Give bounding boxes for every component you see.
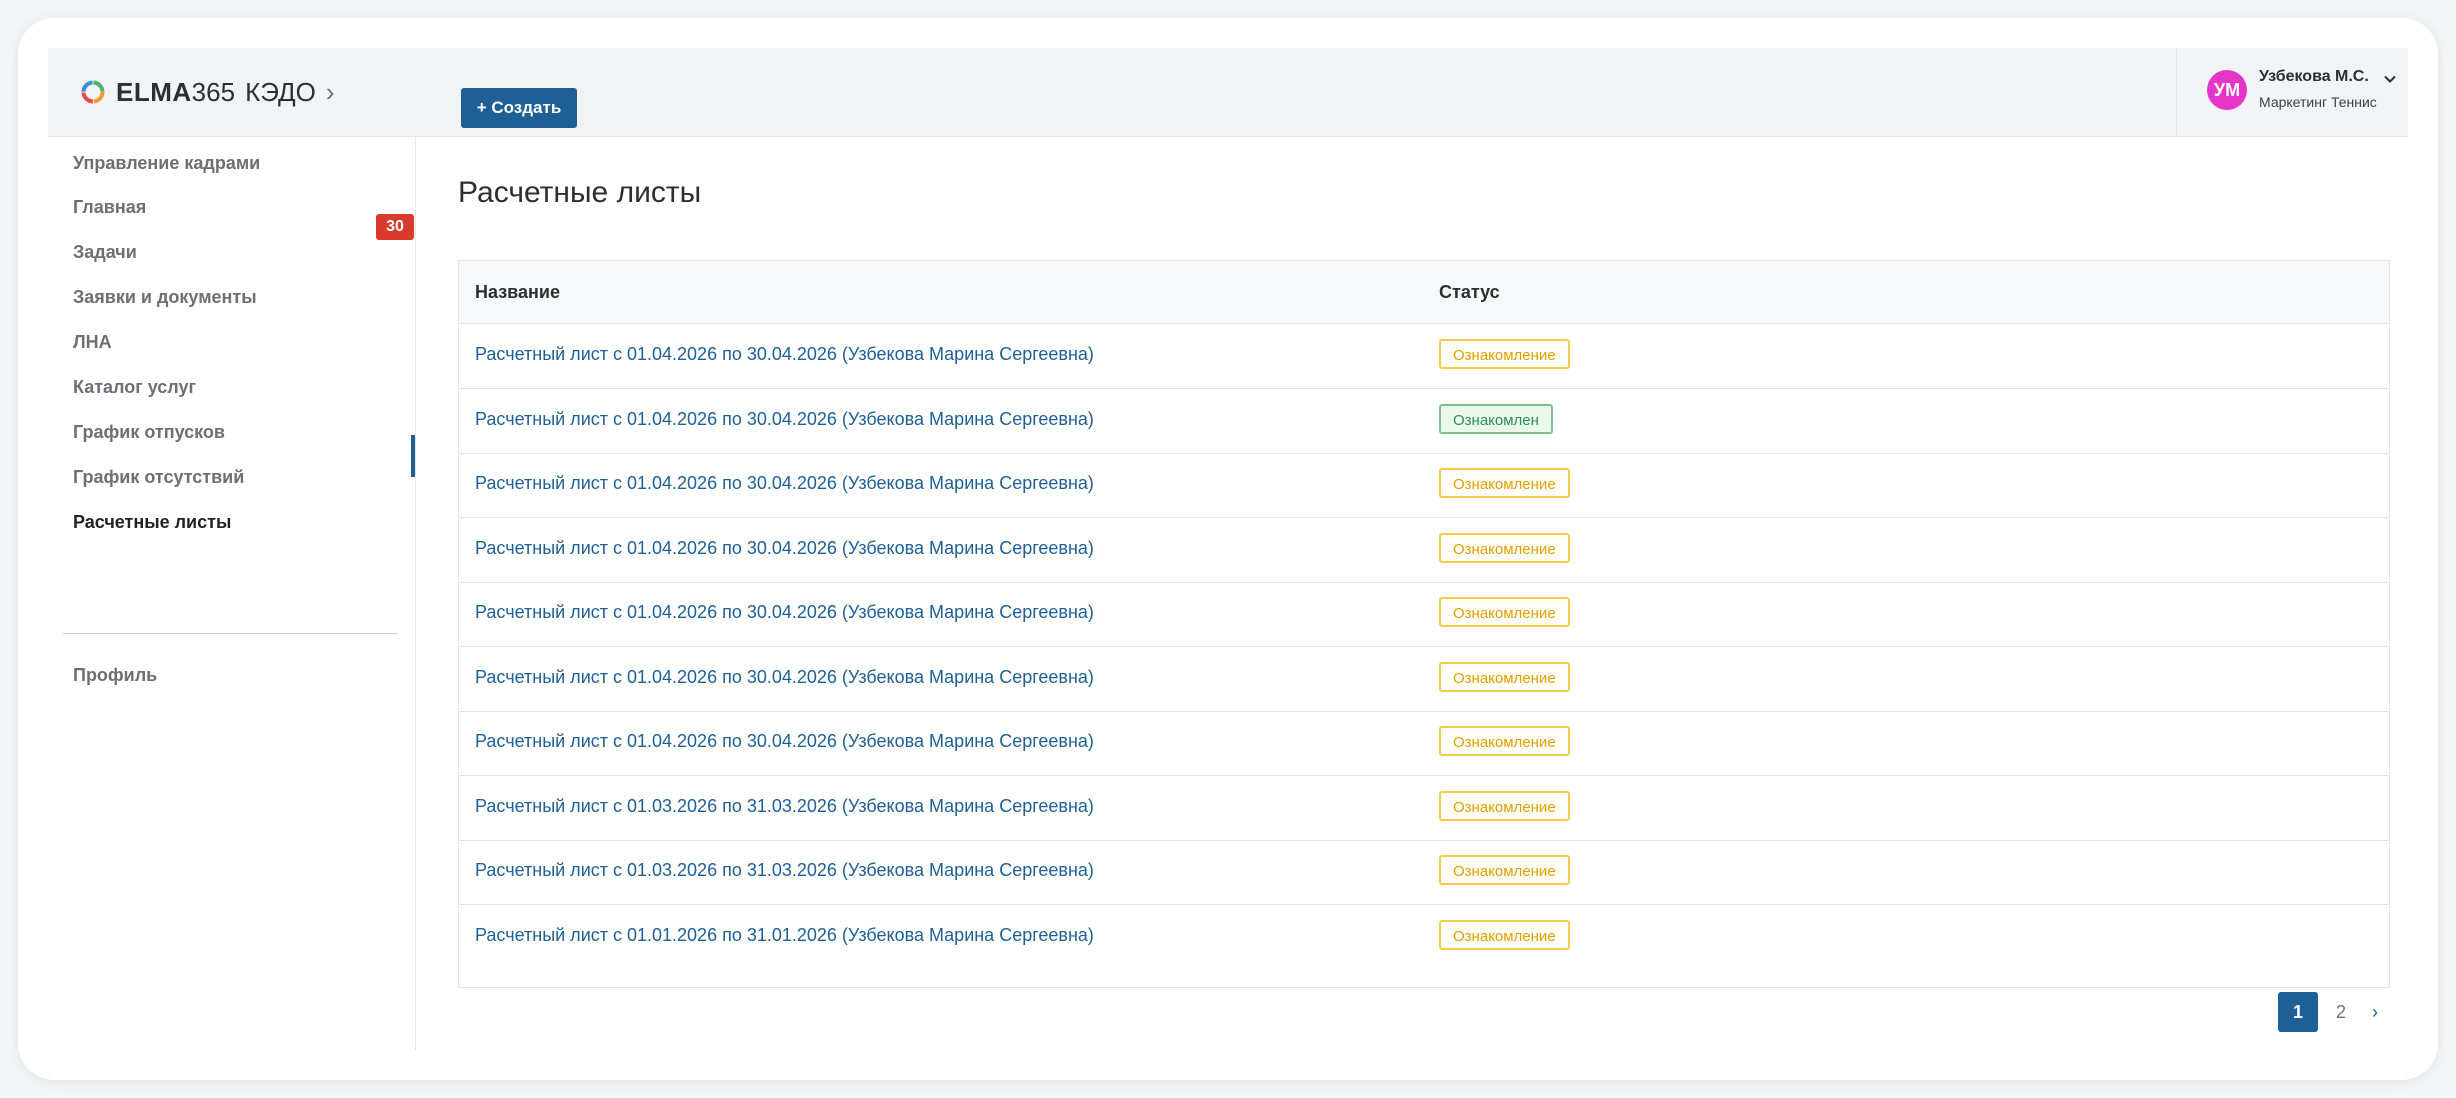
sidebar-item-requests-documents[interactable]: Заявки и документы xyxy=(73,279,393,315)
window-frame: ELMA 365 КЭДО › + Создать УМ Узбекова М.… xyxy=(18,18,2438,1080)
pagination-next-icon[interactable]: › xyxy=(2360,992,2390,1032)
table-row[interactable]: Расчетный лист с 01.04.2026 по 30.04.202… xyxy=(459,453,2389,518)
payslip-link[interactable]: Расчетный лист с 01.04.2026 по 30.04.202… xyxy=(475,518,1094,582)
sidebar-divider xyxy=(63,633,398,634)
payslip-link[interactable]: Расчетный лист с 01.01.2026 по 31.01.202… xyxy=(475,905,1094,969)
sidebar-item-vacation-schedule[interactable]: График отпусков xyxy=(73,414,393,450)
top-header: ELMA 365 КЭДО › + Создать УМ Узбекова М.… xyxy=(48,48,2408,137)
sidebar-item-home[interactable]: Главная xyxy=(73,189,393,225)
status-badge: Ознакомление xyxy=(1439,468,1570,498)
pagination-page-1[interactable]: 1 xyxy=(2278,992,2318,1032)
status-badge: Ознакомление xyxy=(1439,339,1570,369)
sidebar-item-tasks[interactable]: Задачи xyxy=(73,234,393,270)
sidebar-item-payslips[interactable]: Расчетные листы xyxy=(73,504,393,540)
table-row[interactable]: Расчетный лист с 01.04.2026 по 30.04.202… xyxy=(459,389,2389,454)
payslips-table: Название Статус Расчетный лист с 01.04.2… xyxy=(458,260,2390,988)
sidebar-item-absence-schedule[interactable]: График отсутствий xyxy=(73,459,393,495)
user-menu[interactable]: УМ Узбекова М.С. Маркетинг Теннис xyxy=(2176,48,2408,136)
sidebar: Управление кадрами Главная Задачи Заявки… xyxy=(48,137,416,1050)
app-container: ELMA 365 КЭДО › + Создать УМ Узбекова М.… xyxy=(48,48,2408,1050)
logo-number-text: 365 xyxy=(191,76,236,107)
pagination-page-2[interactable]: 2 xyxy=(2326,992,2356,1032)
status-badge: Ознакомлен xyxy=(1439,403,1553,434)
payslip-link[interactable]: Расчетный лист с 01.04.2026 по 30.04.202… xyxy=(475,711,1094,775)
payslip-link[interactable]: Расчетный лист с 01.04.2026 по 30.04.202… xyxy=(475,453,1094,517)
tasks-count-badge: 30 xyxy=(376,214,414,240)
table-row[interactable]: Расчетный лист с 01.04.2026 по 30.04.202… xyxy=(459,518,2389,583)
payslip-link[interactable]: Расчетный лист с 01.04.2026 по 30.04.202… xyxy=(475,324,1094,388)
logo-brand-text: ELMA xyxy=(116,76,192,107)
payslip-link[interactable]: Расчетный лист с 01.03.2026 по 31.03.202… xyxy=(475,776,1094,840)
create-button[interactable]: + Создать xyxy=(461,88,577,128)
payslip-link[interactable]: Расчетный лист с 01.04.2026 по 30.04.202… xyxy=(475,582,1094,646)
table-row[interactable]: Расчетный лист с 01.03.2026 по 31.03.202… xyxy=(459,776,2389,841)
elma-logo-icon xyxy=(81,80,105,104)
status-badge: Ознакомление xyxy=(1439,790,1570,821)
column-header-name[interactable]: Название xyxy=(475,261,560,323)
logo-product-text: КЭДО xyxy=(245,76,316,107)
sidebar-item-hr-management[interactable]: Управление кадрами xyxy=(73,145,393,181)
table-row[interactable]: Расчетный лист с 01.04.2026 по 30.04.202… xyxy=(459,711,2389,776)
avatar: УМ xyxy=(2207,70,2247,110)
table-row[interactable]: Расчетный лист с 01.03.2026 по 31.03.202… xyxy=(459,840,2389,905)
table-row[interactable]: Расчетный лист с 01.04.2026 по 30.04.202… xyxy=(459,324,2389,389)
status-badge: Ознакомление xyxy=(1439,919,1570,950)
table-row[interactable]: Расчетный лист с 01.01.2026 по 31.01.202… xyxy=(459,905,2389,969)
column-header-status[interactable]: Статус xyxy=(1439,261,1500,323)
chevron-right-icon: › xyxy=(325,76,335,107)
status-badge: Ознакомление xyxy=(1439,597,1570,627)
payslip-link[interactable]: Расчетный лист с 01.03.2026 по 31.03.202… xyxy=(475,840,1094,904)
table-row[interactable]: Расчетный лист с 01.04.2026 по 30.04.202… xyxy=(459,582,2389,647)
sidebar-item-profile[interactable]: Профиль xyxy=(73,657,393,693)
status-badge: Ознакомление xyxy=(1439,661,1570,692)
status-badge: Ознакомление xyxy=(1439,855,1570,885)
page-title: Расчетные листы xyxy=(458,176,702,209)
status-badge: Ознакомление xyxy=(1439,726,1570,756)
sidebar-item-service-catalog[interactable]: Каталог услуг xyxy=(73,369,393,405)
user-company: Маркетинг Теннис xyxy=(2259,94,2377,110)
table-row[interactable]: Расчетный лист с 01.04.2026 по 30.04.202… xyxy=(459,647,2389,712)
table-header: Название Статус xyxy=(459,261,2389,324)
app-logo[interactable]: ELMA 365 КЭДО › xyxy=(80,74,335,110)
payslip-link[interactable]: Расчетный лист с 01.04.2026 по 30.04.202… xyxy=(475,647,1094,711)
payslip-link[interactable]: Расчетный лист с 01.04.2026 по 30.04.202… xyxy=(475,389,1094,453)
status-badge: Ознакомление xyxy=(1439,532,1570,563)
chevron-down-icon xyxy=(2384,75,2396,83)
user-name: Узбекова М.С. xyxy=(2259,68,2369,85)
sidebar-item-lna[interactable]: ЛНА xyxy=(73,324,393,360)
active-indicator xyxy=(411,435,415,477)
